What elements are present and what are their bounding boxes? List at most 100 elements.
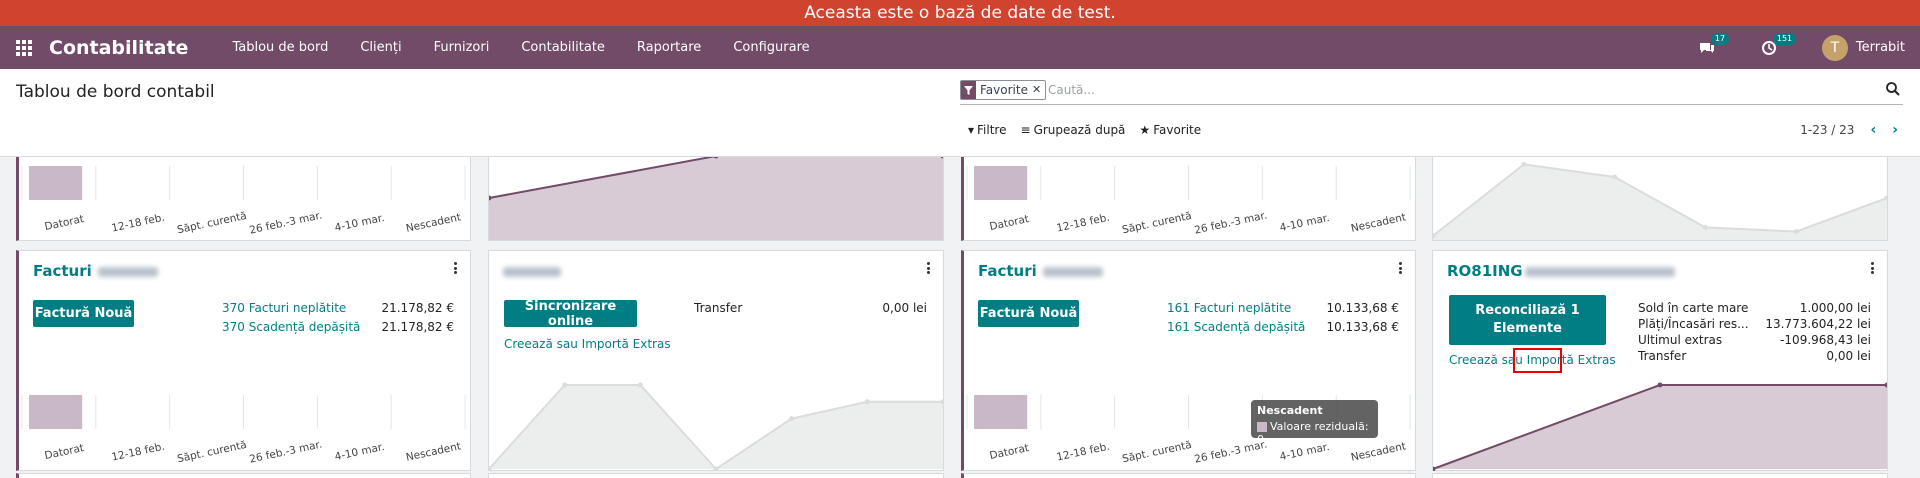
unpaid-invoices-link[interactable]: 370 Facturi neplătite — [222, 301, 346, 315]
data-point — [789, 416, 795, 422]
aged-bar-chart: Datorat 12-18 feb. Săpt. curentă 26 feb.-3 … — [966, 166, 1411, 237]
import-link[interactable]: Importă — [1527, 353, 1574, 367]
tooltip-value: Valoare reziduală: 0 — [1257, 420, 1369, 446]
tick-label: Nescadent — [405, 211, 462, 234]
group-by-label: Grupează după — [1033, 123, 1126, 137]
data-point — [1521, 161, 1527, 167]
filters-button[interactable]: ▾ Filtre — [968, 123, 1007, 137]
pager-next-icon[interactable]: › — [1892, 122, 1898, 138]
journal-title[interactable] — [503, 262, 561, 280]
user-name[interactable]: Terrabit — [1856, 40, 1905, 55]
pager: 1-23 / 23 ‹ › — [1800, 122, 1898, 138]
menu-accounting[interactable]: Contabilitate — [521, 40, 605, 55]
unpaid-invoices-link[interactable]: 161 Facturi neplătite — [1167, 301, 1291, 315]
bar-mark — [974, 166, 1028, 200]
journal-title-text: Facturi — [33, 262, 92, 280]
overdue-invoices-amount: 21.178,82 € — [381, 320, 454, 334]
app-brand[interactable]: Contabilitate — [49, 37, 188, 59]
data-point — [562, 382, 568, 388]
tick-label: 12-18 feb. — [1055, 441, 1110, 464]
pager-previous-icon[interactable]: ‹ — [1870, 122, 1876, 138]
card-options-icon[interactable] — [452, 261, 458, 275]
series-area — [489, 385, 943, 469]
ledger-balance-amount: 1.000,00 lei — [1799, 301, 1871, 315]
card-options-icon[interactable] — [925, 261, 931, 275]
apps-menu-icon[interactable] — [16, 39, 32, 56]
new-invoice-button[interactable]: Factură Nouă — [33, 300, 134, 327]
search-input[interactable] — [1048, 80, 1848, 100]
sales-journal-card-1: Facturi Factură Nouă 370 Facturi neplăti… — [16, 250, 471, 471]
menu-customers[interactable]: Clienți — [360, 40, 401, 55]
menu-configuration[interactable]: Configurare — [733, 40, 809, 55]
aged-bar-chart: Datorat 12-18 feb. Săpt. curentă 26 feb.-3 … — [21, 166, 466, 237]
journal-title[interactable]: Facturi — [978, 262, 1103, 280]
data-point — [864, 399, 870, 405]
favorite-facet[interactable]: Favorite ✕ — [960, 80, 1047, 100]
journal-card-top-2 — [488, 157, 944, 241]
menu-vendors[interactable]: Furnizori — [434, 40, 490, 55]
series-area — [1433, 385, 1887, 469]
bank-journal-card: RO81ING Reconciliază 1 Elemente Creează … — [1432, 250, 1888, 471]
overdue-invoices-link[interactable]: 370 Scadență depășită — [222, 320, 360, 334]
journal-card-bottom-4 — [1432, 473, 1888, 478]
journal-title[interactable]: Facturi — [33, 262, 158, 280]
payments-amount: 13.773.604,22 lei — [1765, 317, 1871, 331]
group-by-button[interactable]: ≡ Grupează după — [1021, 123, 1126, 137]
create-link[interactable]: Creează sau — [1449, 353, 1527, 367]
aged-bar-chart: Datorat 12-18 feb. Săpt. curentă 26 feb.-3 … — [21, 395, 466, 466]
online-sync-button[interactable]: Sincronizare online — [504, 299, 637, 329]
card-options-icon[interactable] — [1869, 261, 1875, 275]
balance-area-chart — [1433, 382, 1887, 471]
menu-reporting[interactable]: Raportare — [637, 40, 701, 55]
redacted-text — [97, 266, 158, 277]
bar-mark — [29, 395, 83, 429]
messages-icon[interactable]: 17 — [1698, 32, 1730, 57]
reconcile-items-button[interactable]: Reconciliază 1 Elemente — [1449, 295, 1606, 345]
journal-title[interactable]: RO81ING — [1447, 262, 1675, 280]
balance-line-chart — [1433, 161, 1887, 240]
dashboard-content: Datorat 12-18 feb. Săpt. curentă 26 feb.-3 … — [0, 157, 1920, 478]
journal-card-bottom-2 — [488, 473, 944, 478]
journal-card-top-4 — [1432, 157, 1888, 241]
search-icon[interactable] — [1885, 81, 1901, 97]
balance-area-chart — [489, 157, 943, 240]
favorites-label: Favorite — [1153, 123, 1202, 137]
new-invoice-button[interactable]: Factură Nouă — [978, 300, 1079, 327]
bar-mark — [974, 395, 1028, 429]
tick-label: Datorat — [989, 213, 1031, 233]
transfer-label: Transfer — [694, 301, 743, 315]
overdue-invoices-link[interactable]: 161 Scadență depășită — [1167, 320, 1305, 334]
tick-label: 12-18 feb. — [110, 441, 165, 464]
remove-facet-icon[interactable]: ✕ — [1032, 81, 1045, 99]
journal-card-bottom-1 — [16, 473, 471, 478]
tick-label: 4-10 mar. — [334, 441, 386, 463]
favorites-button[interactable]: ★ Favorite — [1139, 123, 1201, 137]
pager-value[interactable]: 1-23 / 23 — [1800, 123, 1854, 137]
online-bank-card: Sincronizare online Transfer 0,00 lei Cr… — [488, 250, 944, 471]
tick-label: 26 feb.-3 mar. — [248, 210, 323, 237]
menu-dashboard[interactable]: Tablou de bord — [232, 40, 328, 55]
data-point — [1702, 224, 1708, 230]
activities-clock-icon[interactable]: 151 — [1760, 32, 1797, 57]
tick-label: 26 feb.-3 mar. — [1193, 210, 1268, 237]
card-options-icon[interactable] — [1397, 261, 1403, 275]
sales-journal-card-2: Facturi Factură Nouă 161 Facturi neplăti… — [961, 250, 1416, 471]
chart-tooltip: Nescadent Valoare reziduală: 0 — [1251, 400, 1378, 446]
journal-title-text: Facturi — [978, 262, 1037, 280]
page-title: Tablou de bord contabil — [16, 82, 215, 102]
series-swatch — [1257, 422, 1267, 432]
last-statement-label: Ultimul extras — [1638, 333, 1723, 347]
tick-label: Nescadent — [1350, 211, 1407, 234]
statement-link[interactable]: Extras — [1574, 353, 1616, 367]
transfer-amount: 0,00 lei — [882, 301, 927, 315]
journal-card-top-1: Datorat 12-18 feb. Săpt. curentă 26 feb.-3 … — [16, 157, 471, 241]
create-import-statement-link[interactable]: Creează sau Importă Extras — [504, 337, 671, 351]
search-bar: Favorite ✕ — [960, 79, 1903, 105]
top-navbar: Contabilitate Tablou de bord Clienți Fur… — [0, 26, 1920, 69]
tick-label: Datorat — [44, 213, 86, 233]
tick-label: Datorat — [44, 442, 86, 462]
bar-mark — [29, 166, 83, 200]
tick-label: Nescadent — [405, 440, 462, 463]
user-avatar[interactable]: T — [1821, 34, 1848, 61]
last-statement-amount: -109.968,43 lei — [1780, 333, 1871, 347]
